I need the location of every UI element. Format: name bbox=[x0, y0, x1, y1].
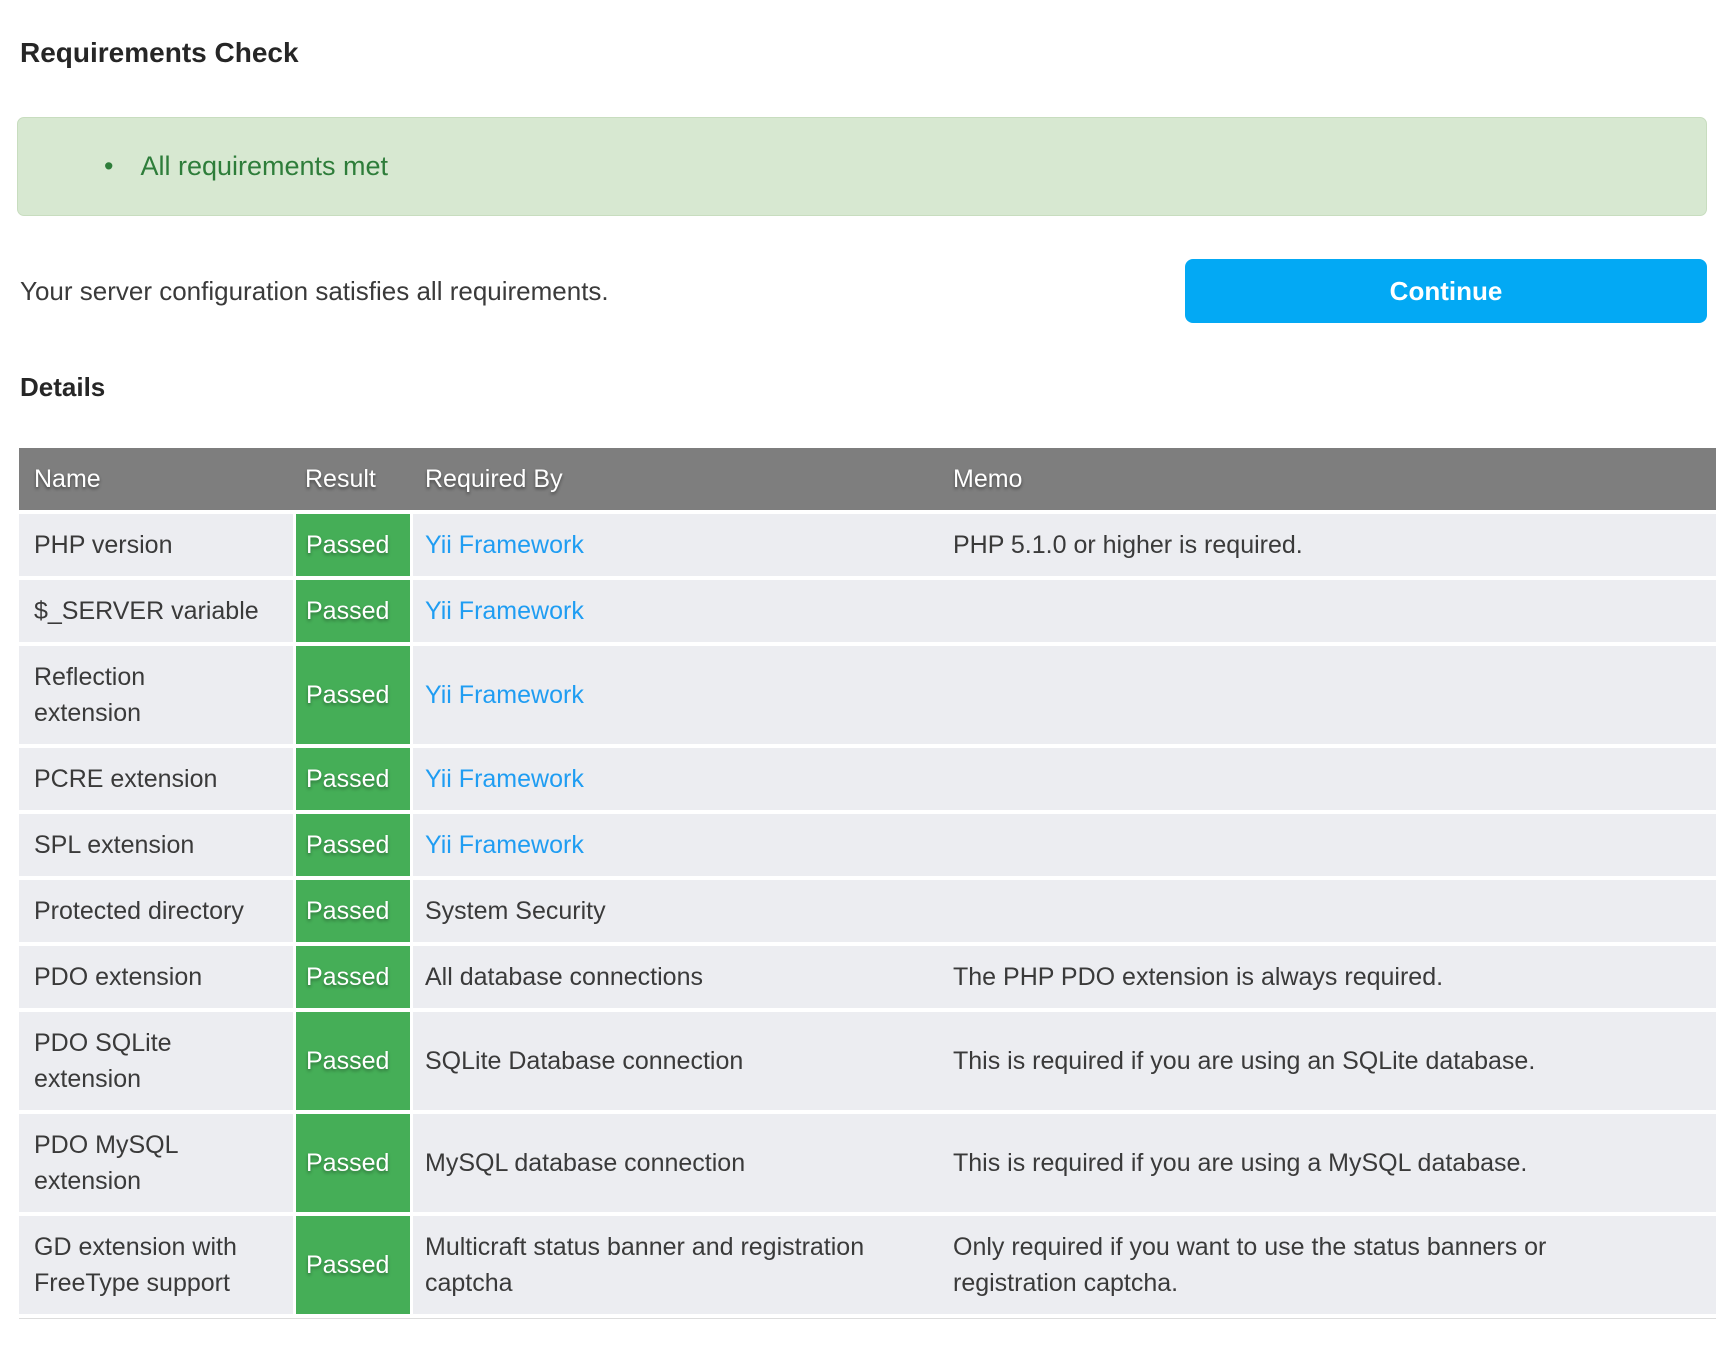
result-passed-badge: Passed bbox=[293, 748, 413, 814]
required-by-cell: Yii Framework bbox=[413, 580, 938, 646]
memo-cell: This is required if you are using an SQL… bbox=[938, 1012, 1716, 1114]
requirements-check-page: Requirements Check • All requirements me… bbox=[0, 38, 1724, 1318]
details-heading: Details bbox=[20, 374, 1724, 401]
required-by-text: System Security bbox=[425, 897, 606, 925]
required-by-text: All database connections bbox=[425, 963, 703, 991]
continue-button[interactable]: Continue bbox=[1185, 259, 1707, 323]
success-alert: • All requirements met bbox=[17, 117, 1707, 216]
required-by-cell: Multicraft status banner and registratio… bbox=[413, 1216, 938, 1318]
column-header-result: Result bbox=[293, 448, 413, 514]
required-by-cell: MySQL database connection bbox=[413, 1114, 938, 1216]
required-by-link[interactable]: Yii Framework bbox=[425, 681, 584, 709]
memo-cell bbox=[938, 580, 1716, 646]
table-row: PDO extension Passed All database connec… bbox=[19, 946, 1716, 1012]
result-passed-badge: Passed bbox=[293, 880, 413, 946]
summary-row: Your server configuration satisfies all … bbox=[20, 259, 1707, 323]
table-row: PHP version Passed Yii Framework PHP 5.1… bbox=[19, 514, 1716, 580]
column-header-name: Name bbox=[19, 448, 293, 514]
requirement-name-cell: GD extension with FreeType support bbox=[19, 1216, 293, 1318]
requirements-table: Name Result Required By Memo PHP version… bbox=[19, 448, 1716, 1318]
table-row: $_SERVER variable Passed Yii Framework bbox=[19, 580, 1716, 646]
table-row: PDO SQLite extension Passed SQLite Datab… bbox=[19, 1012, 1716, 1114]
required-by-cell: Yii Framework bbox=[413, 514, 938, 580]
memo-cell: Only required if you want to use the sta… bbox=[938, 1216, 1716, 1318]
table-row: SPL extension Passed Yii Framework bbox=[19, 814, 1716, 880]
memo-cell bbox=[938, 814, 1716, 880]
required-by-cell: Yii Framework bbox=[413, 748, 938, 814]
table-header-row: Name Result Required By Memo bbox=[19, 448, 1716, 514]
required-by-text: Multicraft status banner and registratio… bbox=[425, 1233, 864, 1297]
table-row: Protected directory Passed System Securi… bbox=[19, 880, 1716, 946]
memo-cell bbox=[938, 646, 1716, 748]
column-header-memo: Memo bbox=[938, 448, 1716, 514]
result-passed-badge: Passed bbox=[293, 1114, 413, 1216]
required-by-link[interactable]: Yii Framework bbox=[425, 831, 584, 859]
result-passed-badge: Passed bbox=[293, 580, 413, 646]
table-row: PDO MySQL extension Passed MySQL databas… bbox=[19, 1114, 1716, 1216]
table-body: PHP version Passed Yii Framework PHP 5.1… bbox=[19, 514, 1716, 1318]
required-by-cell: System Security bbox=[413, 880, 938, 946]
required-by-link[interactable]: Yii Framework bbox=[425, 765, 584, 793]
table-row: PCRE extension Passed Yii Framework bbox=[19, 748, 1716, 814]
result-passed-badge: Passed bbox=[293, 1216, 413, 1318]
table-row: Reflection extension Passed Yii Framewor… bbox=[19, 646, 1716, 748]
memo-cell: The PHP PDO extension is always required… bbox=[938, 946, 1716, 1012]
result-passed-badge: Passed bbox=[293, 946, 413, 1012]
required-by-cell: Yii Framework bbox=[413, 646, 938, 748]
requirement-name-cell: SPL extension bbox=[19, 814, 293, 880]
requirement-name-cell: PHP version bbox=[19, 514, 293, 580]
requirement-name-cell: PCRE extension bbox=[19, 748, 293, 814]
alert-item: • All requirements met bbox=[104, 151, 388, 182]
result-passed-badge: Passed bbox=[293, 646, 413, 748]
required-by-link[interactable]: Yii Framework bbox=[425, 531, 584, 559]
result-passed-badge: Passed bbox=[293, 514, 413, 580]
required-by-text: SQLite Database connection bbox=[425, 1047, 743, 1075]
memo-cell bbox=[938, 880, 1716, 946]
requirement-name-cell: $_SERVER variable bbox=[19, 580, 293, 646]
memo-cell bbox=[938, 748, 1716, 814]
required-by-text: MySQL database connection bbox=[425, 1149, 745, 1177]
required-by-cell: SQLite Database connection bbox=[413, 1012, 938, 1114]
memo-cell: This is required if you are using a MySQ… bbox=[938, 1114, 1716, 1216]
requirement-name-cell: Protected directory bbox=[19, 880, 293, 946]
column-header-required-by: Required By bbox=[413, 448, 938, 514]
summary-text: Your server configuration satisfies all … bbox=[20, 276, 609, 307]
required-by-cell: All database connections bbox=[413, 946, 938, 1012]
table-row: GD extension with FreeType support Passe… bbox=[19, 1216, 1716, 1318]
required-by-cell: Yii Framework bbox=[413, 814, 938, 880]
requirement-name-cell: PDO extension bbox=[19, 946, 293, 1012]
requirement-name-cell: PDO SQLite extension bbox=[19, 1012, 293, 1114]
result-passed-badge: Passed bbox=[293, 1012, 413, 1114]
requirement-name-cell: PDO MySQL extension bbox=[19, 1114, 293, 1216]
page-title: Requirements Check bbox=[20, 38, 1724, 68]
requirement-name-cell: Reflection extension bbox=[19, 646, 293, 748]
bullet-icon: • bbox=[104, 153, 113, 180]
required-by-link[interactable]: Yii Framework bbox=[425, 597, 584, 625]
alert-message: All requirements met bbox=[140, 151, 388, 182]
memo-cell: PHP 5.1.0 or higher is required. bbox=[938, 514, 1716, 580]
result-passed-badge: Passed bbox=[293, 814, 413, 880]
